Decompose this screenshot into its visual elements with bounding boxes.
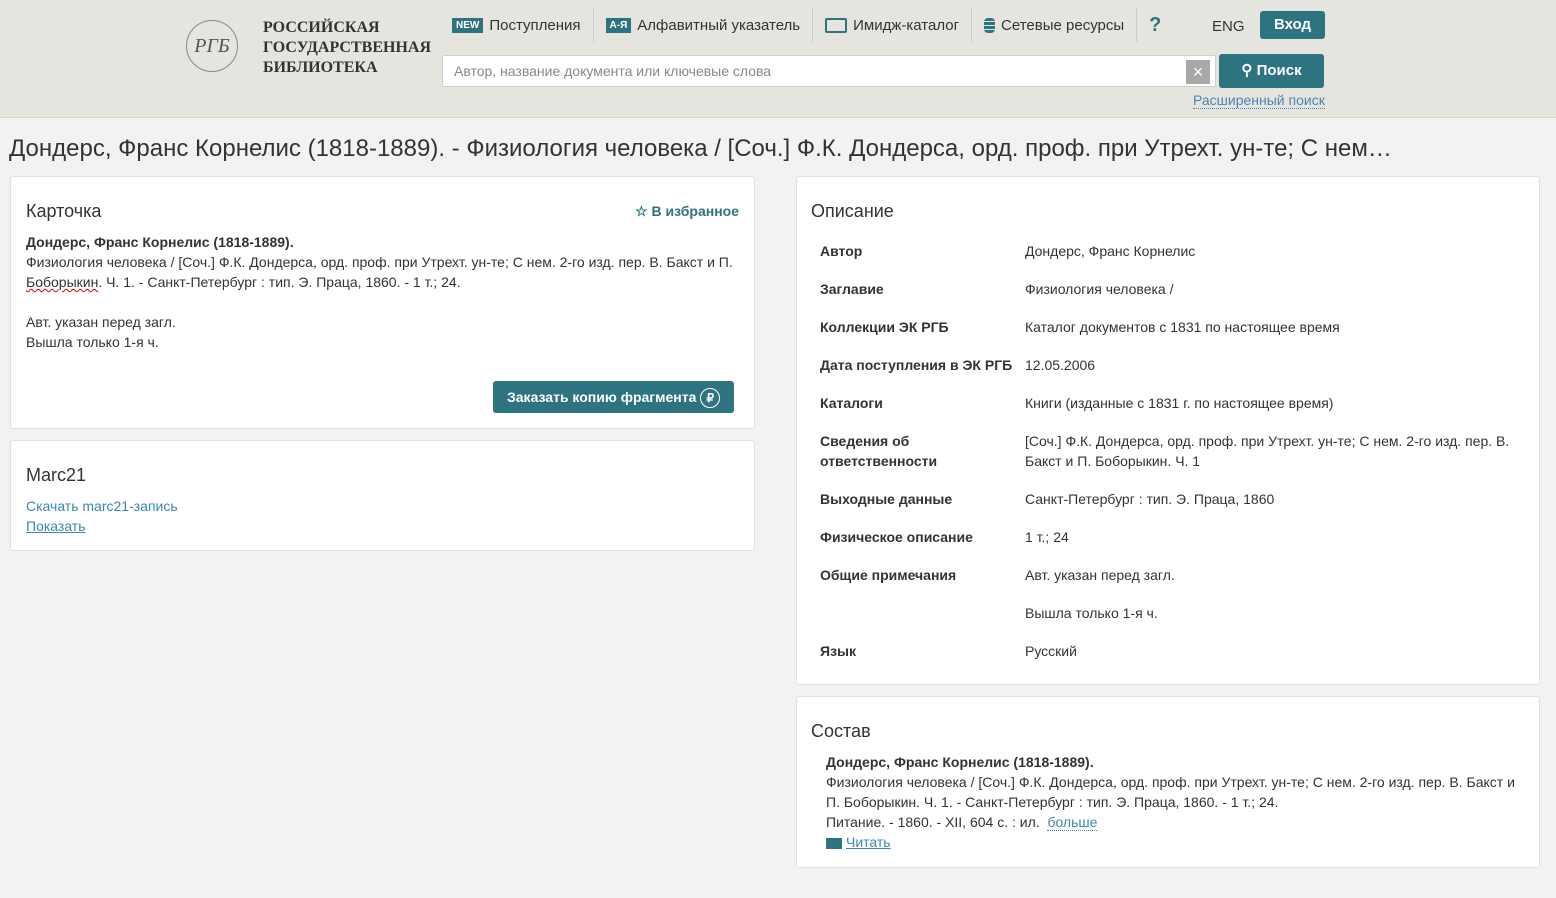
card-note: Вышла только 1-я ч. [26, 334, 159, 350]
card-title: Карточка [26, 201, 102, 221]
description-title: Описание [811, 201, 894, 221]
star-icon: ☆ [635, 203, 648, 219]
nav-alphabetical-index[interactable]: А-Я Алфавитный указатель [594, 8, 814, 42]
description-value: Дондерс, Франс Корнелис [1025, 243, 1196, 259]
search-button[interactable]: ⚲ Поиск [1219, 54, 1324, 88]
description-value: 1 т.; 24 [1025, 529, 1069, 545]
read-link[interactable]: Читать [826, 834, 891, 850]
search-input[interactable] [443, 56, 1173, 86]
logo-line: БИБЛИОТЕКА [263, 59, 378, 76]
ruble-icon: ₽ [700, 388, 721, 408]
description-key: Каталоги [820, 395, 883, 411]
description-value: Книги (изданные с 1831 г. по настоящее в… [1025, 395, 1334, 411]
description-key: Автор [820, 243, 863, 259]
description-value: Вышла только 1-я ч. [1025, 605, 1158, 621]
description-key: Общие примечания [820, 567, 957, 583]
spellcheck-word: Боборыкин [26, 274, 99, 290]
contents-part: Питание. - 1860. - XII, 604 с. : ил. [826, 814, 1040, 830]
description-value: Санкт-Петербург : тип. Э. Праца, 1860 [1025, 491, 1275, 507]
description-value: 12.05.2006 [1025, 357, 1096, 373]
nav-label: Сетевые ресурсы [1001, 16, 1125, 34]
marc21-panel: Marc21 Скачать marc21-запись Показать [10, 440, 755, 551]
description-value: Физиология человека / [1025, 281, 1174, 297]
contents-panel: Состав Дондерс, Франс Корнелис (1818-188… [796, 696, 1540, 868]
description-value: Каталог документов с 1831 по настоящее в… [1025, 319, 1340, 335]
description-row: Дата поступления в ЭК РГБ 12.05.2006 [811, 355, 1511, 393]
card-author: Дондерс, Франс Корнелис (1818-1889). [26, 234, 294, 250]
description-row: Язык Русский [811, 641, 1511, 679]
add-to-favorites[interactable]: ☆ В избранное [635, 203, 739, 220]
card-panel: Карточка ☆ В избранное Дондерс, Франс Ко… [10, 176, 755, 429]
contents-text: Дондерс, Франс Корнелис (1818-1889). Физ… [826, 752, 1516, 852]
card-text: Дондерс, Франс Корнелис (1818-1889). Физ… [26, 232, 741, 352]
new-icon: NEW [452, 17, 484, 33]
description-row: Заглавие Физиология человека / [811, 279, 1511, 317]
description-row: Коллекции ЭК РГБ Каталог документов с 183… [811, 317, 1511, 355]
contents-title: Состав [811, 721, 871, 741]
favorite-label: В избранное [651, 203, 739, 219]
help-icon[interactable]: ? [1137, 14, 1173, 37]
page-title: Дондерс, Франс Корнелис (1818-1889). - Ф… [9, 135, 1392, 162]
description-key: Выходные данные [820, 491, 953, 507]
description-key [811, 603, 1025, 641]
description-value: Авт. указан перед загл. [1025, 567, 1175, 583]
description-row: Каталоги Книги (изданные с 1831 г. по нас… [811, 393, 1511, 431]
logo-line: РОССИЙСКАЯ [263, 19, 380, 36]
nav-label: Поступления [489, 16, 581, 34]
description-key: Дата поступления в ЭК РГБ [820, 357, 1013, 373]
nav-new-arrivals[interactable]: NEW Поступления [452, 8, 594, 42]
site-header: РГБ РОССИЙСКАЯ ГОСУДАРСТВЕННАЯ БИБЛИОТЕК… [0, 0, 1556, 118]
language-switch[interactable]: ENG [1212, 18, 1245, 35]
description-row: Вышла только 1-я ч. [811, 603, 1511, 641]
description-value: Русский [1025, 643, 1077, 659]
contents-body: Физиология человека / [Соч.] Ф.К. Дондер… [826, 774, 1515, 810]
card-body: Физиология человека / [Соч.] Ф.К. Дондер… [26, 254, 733, 270]
nav-image-catalog[interactable]: Имидж-каталог [813, 8, 973, 42]
login-button[interactable]: Вход [1260, 11, 1325, 39]
library-name[interactable]: РОССИЙСКАЯ ГОСУДАРСТВЕННАЯ БИБЛИОТЕКА [263, 18, 431, 78]
logo-line: ГОСУДАРСТВЕННАЯ [263, 39, 431, 56]
contents-author: Дондерс, Франс Корнелис (1818-1889). [826, 754, 1094, 770]
card-body: . Ч. 1. - Санкт-Петербург : тип. Э. Прац… [98, 274, 461, 290]
show-marc21-link[interactable]: Показать [26, 516, 86, 536]
description-value: [Соч.] Ф.К. Дондерса, орд. проф. при Утр… [1025, 433, 1510, 469]
marc21-title: Marc21 [26, 465, 87, 485]
download-marc21-link[interactable]: Скачать marc21-запись [26, 496, 178, 516]
card-note: Авт. указан перед загл. [26, 314, 176, 330]
description-key: Коллекции ЭК РГБ [820, 319, 949, 335]
description-table: Автор Дондерс, Франс Корнелис Заглавие Физи… [811, 241, 1511, 679]
description-key: Физическое описание [820, 529, 973, 545]
nav-label: Имидж-каталог [853, 16, 960, 34]
nav-label: Алфавитный указатель [637, 16, 801, 34]
description-key: Язык [820, 643, 856, 659]
description-key: Сведения об ответственности [820, 433, 938, 469]
search-button-label: Поиск [1256, 62, 1302, 79]
order-copy-button[interactable]: Заказать копию фрагмента ₽ [493, 381, 735, 413]
nav-network-resources[interactable]: Сетевые ресурсы [972, 8, 1138, 42]
search-icon: ⚲ [1241, 62, 1257, 79]
description-row: Сведения об ответственности [Соч.] Ф.К. Д… [811, 431, 1511, 489]
description-key: Заглавие [820, 281, 884, 297]
library-logo[interactable]: РГБ [186, 20, 238, 72]
top-nav: NEW Поступления А-Я Алфавитный указатель И… [452, 8, 1173, 42]
read-label: Читать [846, 834, 891, 850]
description-row: Выходные данные Санкт-Петербург : тип. Э.… [811, 489, 1511, 527]
alphabet-icon: А-Я [605, 17, 632, 33]
unlock-icon [826, 838, 842, 849]
more-link[interactable]: больше [1047, 814, 1098, 831]
order-label: Заказать копию фрагмента [507, 389, 697, 405]
description-row: Физическое описание 1 т.; 24 [811, 527, 1511, 565]
description-row: Автор Дондерс, Франс Корнелис [811, 241, 1511, 279]
advanced-search-link[interactable]: Расширенный поиск [1193, 92, 1325, 109]
card-icon [825, 17, 848, 33]
description-row: Общие примечания Авт. указан перед загл. [811, 565, 1511, 603]
clear-icon[interactable]: × [1186, 60, 1210, 84]
description-panel: Описание Автор Дондерс, Франс Корнелис Заг… [796, 176, 1540, 685]
search-box: × [442, 55, 1216, 87]
database-icon [984, 17, 996, 33]
